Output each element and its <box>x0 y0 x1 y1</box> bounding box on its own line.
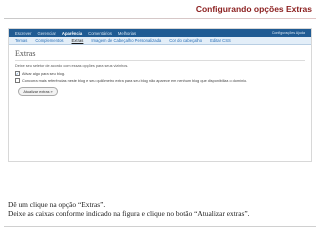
menu-item-comentarios[interactable]: Comentários <box>88 31 112 36</box>
option-2-label: Concorra mais referências neste blog e s… <box>22 78 248 83</box>
option-1-checkbox[interactable]: ✓ <box>15 71 20 76</box>
title-divider <box>4 18 316 19</box>
admin-menu-bar: Escrever Gerenciar Aparência Comentários… <box>9 29 311 37</box>
instruction-line-2: Deixe as caixas conforme indicado na fig… <box>8 209 250 218</box>
menu-settings-help[interactable]: Configurações Ajuda <box>272 31 305 35</box>
submenu-item-extras[interactable]: Extras <box>72 38 84 43</box>
slide-title: Configurando opções Extras <box>195 4 312 14</box>
heading-divider <box>15 60 305 61</box>
admin-screenshot: Escrever Gerenciar Aparência Comentários… <box>8 28 312 162</box>
menu-item-aparencia[interactable]: Aparência <box>62 31 82 36</box>
option-row-2: Concorra mais referências neste blog e s… <box>15 78 247 83</box>
instruction-line-1: Dê um clique na opção “Extras”. <box>8 200 106 209</box>
submenu-item-complementos[interactable]: Complementos <box>35 38 63 43</box>
option-row-1: ✓ Ativar algo para seu blog. <box>15 71 65 76</box>
intro-text: Deixe seu seletor de acordo com essas op… <box>15 64 129 68</box>
menu-item-melhorias[interactable]: Melhorias <box>118 31 136 36</box>
option-1-label: Ativar algo para seu blog. <box>22 71 66 76</box>
page-heading: Extras <box>15 49 36 58</box>
menu-item-gerenciar[interactable]: Gerenciar <box>38 31 56 36</box>
submenu-item-imagem-cabecalho[interactable]: Imagem de Cabeçalho Personalizada <box>91 38 161 43</box>
menu-item-escrever[interactable]: Escrever <box>15 31 32 36</box>
submenu-item-cor-cabecalho[interactable]: Cor do cabeçalho <box>169 38 202 43</box>
footer-divider <box>4 226 316 227</box>
instructions: Dê um clique na opção “Extras”. Deixe as… <box>8 200 312 218</box>
update-extras-button[interactable]: Atualizar extras » <box>18 87 58 96</box>
submenu-item-editar-css[interactable]: Editar CSS <box>210 38 231 43</box>
option-2-checkbox[interactable] <box>15 78 20 83</box>
submenu-item-temas[interactable]: Temas <box>15 38 27 43</box>
admin-submenu-bar: Temas Complementos Extras Imagem de Cabe… <box>9 37 311 45</box>
